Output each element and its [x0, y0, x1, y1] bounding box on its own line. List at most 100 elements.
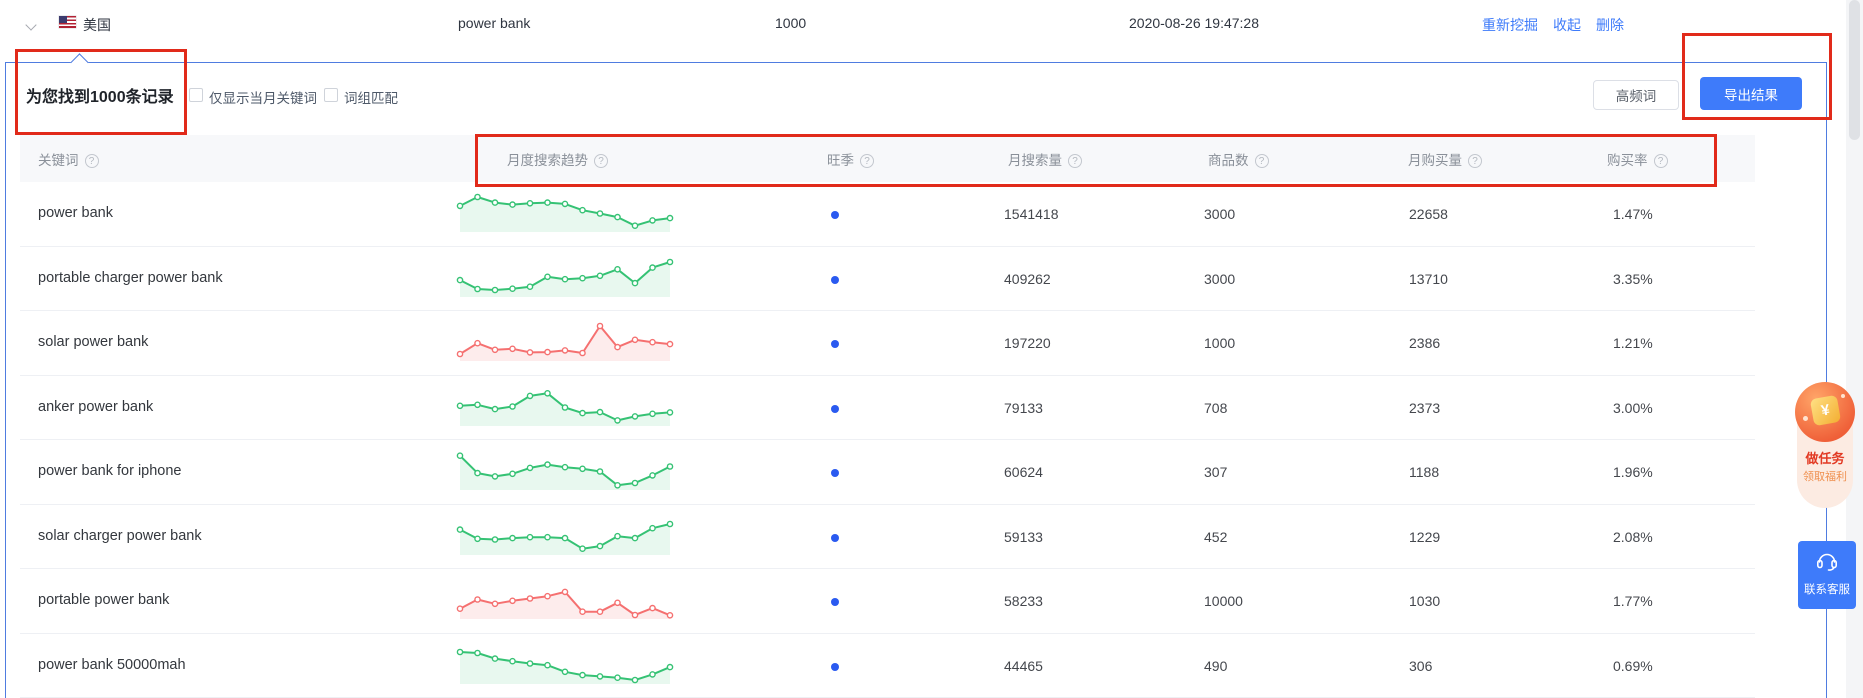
purchase-rate-cell: 1.96% [1613, 464, 1653, 480]
monthly-purchase-cell: 306 [1409, 657, 1433, 674]
task-badge-line1: 做任务 [1805, 451, 1845, 466]
column-header-6: 月购买量? [1408, 149, 1482, 169]
table-row[interactable]: portable charger power bank 409262 3000 137… [20, 246, 1755, 311]
column-header-4: 月搜索量? [1008, 149, 1082, 169]
keyword-cell[interactable]: power bank [38, 205, 113, 221]
export-results-button[interactable]: 导出结果 [1700, 77, 1802, 110]
column-header-5: 商品数? [1208, 149, 1269, 169]
table-row[interactable]: portable power bank 58233 10000 1030 1.77% [20, 569, 1755, 634]
checkbox-phrase-match-label: 词组匹配 [344, 91, 398, 106]
purchase-rate-cell: 1.47% [1613, 206, 1653, 222]
help-icon[interactable]: ? [1068, 154, 1082, 168]
table-row[interactable]: power bank 50000mah 44465 490 306 0.69% [20, 633, 1755, 698]
record-actions: 重新挖掘 收起 删除 [1482, 15, 1624, 35]
monthly-purchase-cell: 1188 [1409, 464, 1440, 480]
high-freq-words-button[interactable]: 高频词 [1593, 80, 1679, 110]
task-reward-icon[interactable]: ¥ [1795, 382, 1855, 442]
column-header-label: 旺季 [827, 153, 854, 168]
peak-season-dot [831, 340, 839, 348]
products-cell: 307 [1204, 464, 1228, 480]
scrollbar-thumb[interactable] [1849, 0, 1860, 140]
monthly-search-cell: 1541418 [1004, 206, 1059, 222]
monthly-search-cell: 60624 [1004, 464, 1043, 480]
monthly-search-cell: 79133 [1004, 399, 1043, 416]
keyword-cell[interactable]: power bank 50000mah [38, 657, 186, 673]
monthly-purchase-cell: 13710 [1409, 270, 1448, 287]
purchase-rate-cell: 2.08% [1613, 528, 1653, 545]
peak-season-dot [831, 404, 839, 413]
record-country: 美国 [83, 17, 111, 33]
purchase-rate-cell: 1.21% [1613, 335, 1653, 351]
column-header-7: 购买率? [1607, 149, 1668, 169]
purchase-rate-cell: 3.00% [1613, 399, 1653, 416]
column-header-label: 月购买量 [1408, 153, 1462, 168]
trend-sparkline [455, 385, 675, 431]
trend-sparkline [455, 191, 675, 237]
trend-sparkline [455, 320, 675, 366]
column-header-3: 旺季? [827, 149, 874, 169]
table-header: 关键词? 月度搜索趋势? 旺季? 月搜索量? 商品数? 月购买量? 购买率? [20, 135, 1755, 182]
trend-sparkline [455, 643, 675, 689]
keyword-cell[interactable]: portable charger power bank [38, 270, 223, 286]
help-icon[interactable]: ? [84, 154, 99, 168]
monthly-purchase-cell: 22658 [1409, 206, 1448, 222]
purchase-rate-cell: 3.35% [1613, 270, 1653, 287]
keyword-cell[interactable]: solar charger power bank [38, 528, 202, 544]
monthly-purchase-cell: 2373 [1409, 399, 1441, 416]
products-cell: 708 [1204, 399, 1228, 416]
products-cell: 490 [1204, 657, 1228, 674]
us-flag-icon [59, 16, 76, 28]
sparkle-icon [1841, 394, 1845, 398]
coin-icon: ¥ [1809, 394, 1842, 427]
keyword-cell[interactable]: solar power bank [38, 334, 148, 350]
chevron-down-icon[interactable] [26, 20, 36, 30]
products-cell: 10000 [1204, 593, 1243, 609]
checkbox-phrase-match[interactable] [324, 88, 338, 102]
monthly-search-cell: 44465 [1004, 657, 1043, 674]
help-icon[interactable]: ? [1653, 154, 1668, 168]
trend-sparkline [455, 578, 675, 624]
column-header-label: 月度搜索趋势 [507, 153, 588, 168]
column-header-2: 月度搜索趋势? [507, 149, 608, 169]
column-header-label: 购买率 [1607, 153, 1648, 168]
help-icon[interactable]: ? [1254, 154, 1269, 168]
contact-support-label: 联系客服 [1804, 584, 1850, 596]
sparkle-icon [1803, 416, 1808, 421]
help-icon[interactable]: ? [594, 154, 608, 168]
peak-season-dot [831, 533, 839, 542]
keyword-cell[interactable]: power bank for iphone [38, 463, 182, 479]
monthly-purchase-cell: 1229 [1409, 528, 1441, 545]
contact-support-button[interactable]: 联系客服 [1798, 541, 1856, 609]
column-header-1: 关键词? [38, 149, 99, 169]
peak-season-dot [831, 598, 839, 606]
table-body: power bank 1541418 3000 22658 1.47% portable … [20, 182, 1755, 698]
column-header-label: 商品数 [1208, 153, 1249, 168]
column-header-label: 关键词 [38, 153, 79, 168]
help-icon[interactable]: ? [1468, 154, 1482, 168]
help-icon[interactable]: ? [860, 154, 874, 168]
peak-season-dot [831, 662, 839, 671]
collapse-link[interactable]: 收起 [1553, 15, 1581, 35]
keyword-mining-screen: 美国 power bank 1000 2020-08-26 19:47:28 重… [0, 0, 1863, 698]
products-cell: 3000 [1204, 270, 1236, 287]
monthly-search-cell: 59133 [1004, 528, 1043, 545]
keyword-cell[interactable]: portable power bank [38, 592, 169, 608]
table-row[interactable]: power bank for iphone 60624 307 1188 1.96% [20, 440, 1755, 505]
peak-season-dot [831, 469, 839, 477]
table-row[interactable]: anker power bank 79133 708 2373 3.00% [20, 375, 1755, 440]
column-header-label: 月搜索量 [1008, 153, 1062, 168]
table-row[interactable]: solar power bank 197220 1000 2386 1.21% [20, 311, 1755, 376]
table-row[interactable]: solar charger power bank 59133 452 1229 2.08… [20, 504, 1755, 569]
record-count: 1000 [775, 15, 807, 31]
delete-link[interactable]: 删除 [1596, 15, 1624, 35]
products-cell: 452 [1204, 528, 1228, 545]
table-row[interactable]: power bank 1541418 3000 22658 1.47% [20, 182, 1755, 247]
monthly-purchase-cell: 1030 [1409, 593, 1441, 609]
peak-season-dot [831, 211, 839, 219]
monthly-search-cell: 58233 [1004, 593, 1043, 609]
record-bar: 美国 power bank 1000 2020-08-26 19:47:28 重… [0, 0, 1863, 62]
checkbox-current-month[interactable] [189, 88, 203, 102]
remine-link[interactable]: 重新挖掘 [1482, 15, 1538, 35]
keyword-cell[interactable]: anker power bank [38, 399, 153, 415]
products-cell: 1000 [1204, 335, 1236, 351]
